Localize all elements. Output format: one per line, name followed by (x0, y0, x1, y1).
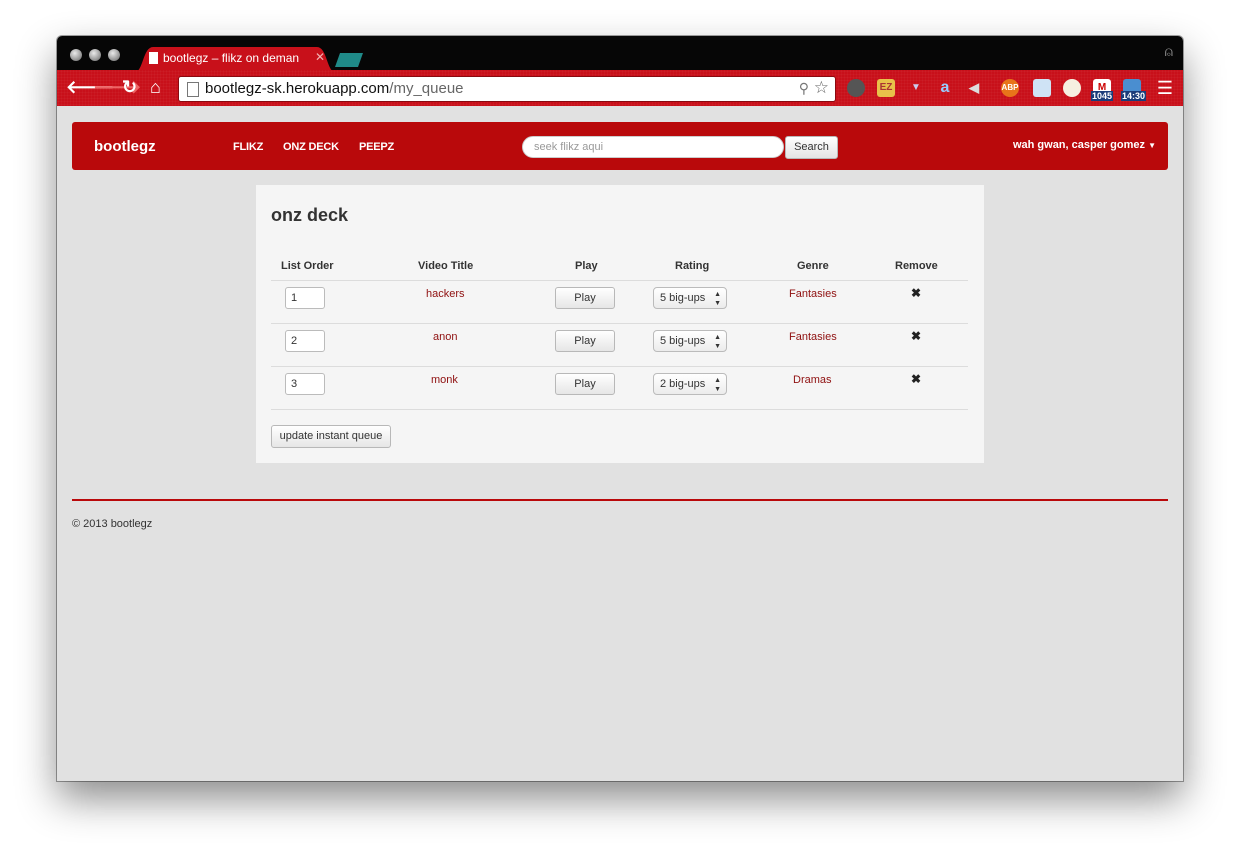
calendar-clock-icon[interactable]: 14:30 (1121, 79, 1147, 101)
genre-link[interactable]: Dramas (793, 374, 832, 386)
extension-globe-icon[interactable] (847, 79, 865, 97)
table-divider (271, 409, 968, 410)
header-video-title: Video Title (418, 260, 474, 272)
header-remove: Remove (895, 260, 938, 272)
gmail-icon[interactable]: M 1045 (1091, 79, 1114, 101)
play-button[interactable]: Play (555, 373, 615, 395)
nav-link-flikz[interactable]: FLIKZ (233, 141, 263, 153)
page-icon (149, 52, 158, 64)
extension-diamond-icon[interactable]: ▼ (907, 79, 925, 97)
table-divider (271, 280, 968, 281)
reload-icon[interactable]: ↻ (122, 78, 137, 96)
update-queue-button[interactable]: update instant queue (271, 425, 391, 448)
nav-link-onz-deck[interactable]: ONZ DECK (283, 141, 339, 153)
search-input[interactable]: seek flikz aqui (522, 136, 784, 158)
browser-toolbar: 🡐 🡒 ↻ ⌂ bootlegz-sk.herokuapp.com/my_que… (57, 70, 1183, 106)
adblock-icon[interactable]: ABP (1001, 79, 1019, 97)
extension-screen-icon[interactable] (1033, 79, 1051, 97)
rating-value: 2 big-ups (660, 378, 706, 390)
browser-window: bootlegz – flikz on deman ✕ ⍝ 🡐 🡒 ↻ ⌂ bo… (57, 36, 1183, 781)
header-genre: Genre (797, 260, 829, 272)
minimize-window-button[interactable] (89, 49, 101, 61)
list-order-input[interactable]: 1 (285, 287, 325, 309)
remove-icon[interactable]: ✖ (911, 372, 921, 386)
tab-close-icon[interactable]: ✕ (315, 50, 325, 64)
profile-icon[interactable]: ⍝ (1165, 43, 1173, 60)
site-navbar: bootlegz FLIKZ ONZ DECK PEEPZ seek flikz… (72, 122, 1168, 170)
zoom-window-button[interactable] (108, 49, 120, 61)
rating-select[interactable]: 2 big-ups ▲ ▼ (653, 373, 727, 395)
video-title-link[interactable]: hackers (426, 288, 465, 300)
page-title: onz deck (271, 205, 349, 225)
nav-link-peepz[interactable]: PEEPZ (359, 141, 394, 153)
genre-link[interactable]: Fantasies (789, 331, 837, 343)
title-bar: bootlegz – flikz on deman ✕ ⍝ (57, 36, 1183, 72)
video-title-link[interactable]: monk (431, 374, 458, 386)
close-window-button[interactable] (70, 49, 82, 61)
remove-icon[interactable]: ✖ (911, 329, 921, 343)
extension-speaker-icon[interactable]: ◀ (965, 79, 983, 97)
url-host: bootlegz-sk.herokuapp.com (205, 80, 390, 97)
rating-select[interactable]: 5 big-ups ▲ ▼ (653, 287, 727, 309)
footer-divider (72, 499, 1168, 501)
clock-time-badge: 14:30 (1121, 91, 1147, 101)
new-tab-button[interactable] (335, 53, 363, 67)
list-order-input[interactable]: 3 (285, 373, 325, 395)
select-arrows-icon: ▲ ▼ (714, 334, 721, 350)
mail-count-badge: 1045 (1091, 91, 1114, 101)
home-icon[interactable]: ⌂ (150, 78, 161, 96)
brand-logo[interactable]: bootlegz (94, 138, 156, 155)
bookmark-star-icon[interactable]: ☆ (814, 78, 829, 98)
url-text: bootlegz-sk.herokuapp.com/my_queue (205, 80, 464, 97)
adblock-label: ABP (1001, 83, 1019, 92)
rating-select[interactable]: 5 big-ups ▲ ▼ (653, 330, 727, 352)
search-icon[interactable]: ⚲ (799, 80, 809, 97)
header-list-order: List Order (281, 260, 334, 272)
rating-value: 5 big-ups (660, 292, 706, 304)
list-order-input[interactable]: 2 (285, 330, 325, 352)
video-title-link[interactable]: anon (433, 331, 457, 343)
search-button[interactable]: Search (785, 136, 838, 159)
rating-value: 5 big-ups (660, 335, 706, 347)
table-divider (271, 323, 968, 324)
play-button[interactable]: Play (555, 287, 615, 309)
user-greeting: wah gwan, casper gomez (1012, 139, 1146, 151)
tab-title: bootlegz – flikz on deman (163, 51, 300, 65)
genre-link[interactable]: Fantasies (789, 288, 837, 300)
footer-copyright: © 2013 bootlegz (72, 518, 153, 530)
header-rating: Rating (675, 260, 710, 272)
page-icon (187, 82, 199, 97)
play-button[interactable]: Play (555, 330, 615, 352)
address-bar[interactable]: bootlegz-sk.herokuapp.com/my_queue ⚲ ☆ (178, 76, 836, 102)
page-content: bootlegz FLIKZ ONZ DECK PEEPZ seek flikz… (57, 106, 1183, 781)
queue-panel: onz deck List Order Video Title Play Rat… (256, 185, 984, 463)
alarm-clock-icon[interactable] (1063, 79, 1081, 97)
chrome-menu-icon[interactable]: ☰ (1157, 78, 1173, 99)
header-play: Play (575, 260, 598, 272)
table-divider (271, 366, 968, 367)
remove-icon[interactable]: ✖ (911, 286, 921, 300)
extension-amazon-icon[interactable]: a (936, 79, 954, 97)
url-path: /my_queue (389, 80, 464, 97)
extension-ez-icon[interactable]: EZ (877, 79, 895, 97)
select-arrows-icon: ▲ ▼ (714, 291, 721, 307)
select-arrows-icon: ▲ ▼ (714, 377, 721, 393)
user-menu[interactable]: wah gwan, casper gomez ▼ (1013, 139, 1156, 151)
caret-down-icon: ▼ (1148, 141, 1156, 150)
